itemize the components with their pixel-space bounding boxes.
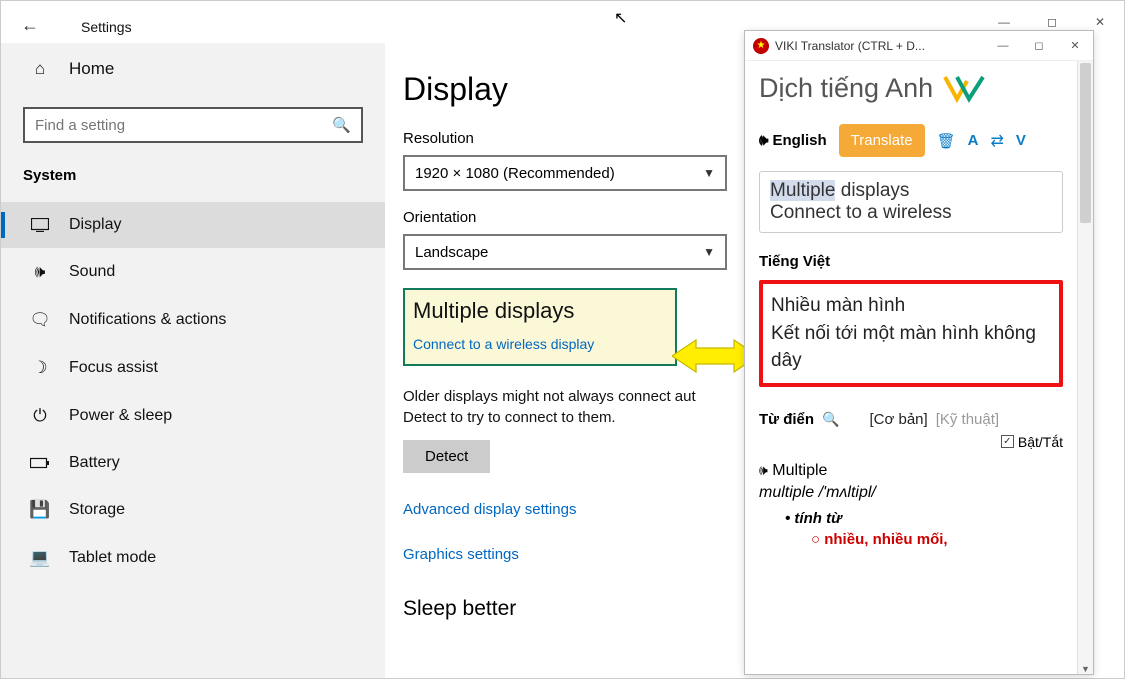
home-icon: ⌂ (29, 59, 51, 79)
sidebar-item-sound[interactable]: 🕪 Sound (1, 248, 385, 296)
language-indicator[interactable]: 🕪 English (759, 132, 827, 149)
sidebar-item-label: Battery (69, 454, 120, 472)
battery-icon (29, 457, 51, 469)
search-box[interactable]: 🔍 (23, 107, 363, 143)
sidebar-item-label: Sound (69, 263, 115, 281)
letter-v-icon: V (1016, 132, 1026, 149)
letter-a-icon: A (968, 132, 979, 149)
window-title: Settings (81, 19, 132, 35)
scroll-thumb[interactable] (1080, 63, 1091, 223)
viki-scrollbar[interactable]: ▲ ▼ (1077, 61, 1093, 674)
section-heading: System (1, 161, 385, 202)
sidebar-item-label: Focus assist (69, 359, 158, 377)
sidebar: ⌂ Home 🔍 System Display 🕪 Sound 🗨 Notifi… (1, 43, 385, 678)
scroll-down-icon[interactable]: ▼ (1078, 664, 1093, 674)
detect-help-text: Older displays might not always connect … (403, 386, 743, 428)
viki-close-button[interactable]: ✕ (1057, 39, 1093, 52)
target-text-box: Nhiều màn hình Kết nối tới một màn hình … (759, 280, 1063, 387)
sidebar-item-display[interactable]: Display (1, 202, 385, 248)
source-line2: Connect to a wireless (770, 202, 952, 223)
sidebar-item-tablet-mode[interactable]: 💻 Tablet mode (1, 534, 385, 582)
dictionary-label: Từ điển (759, 411, 814, 428)
viki-content: Dịch tiếng Anh 🕪 English Translate 🗑 A ⇄… (745, 61, 1077, 674)
toggle-label: Bật/Tắt (1018, 434, 1063, 450)
orientation-select[interactable]: Landscape ▼ (403, 234, 727, 270)
sidebar-item-power-sleep[interactable]: ⏻ Power & sleep (1, 392, 385, 440)
sidebar-item-notifications[interactable]: 🗨 Notifications & actions (1, 296, 385, 344)
checkbox-icon[interactable]: ✓ (1001, 435, 1014, 448)
source-text-box[interactable]: Multiple displays Connect to a wireless (759, 171, 1063, 233)
dict-entry-def: nhiều, nhiều mối, (811, 531, 1063, 548)
home-label: Home (69, 59, 114, 79)
sidebar-item-label: Notifications & actions (69, 311, 226, 329)
sidebar-item-label: Power & sleep (69, 407, 172, 425)
viki-titlebar: ★ VIKI Translator (CTRL + D... — ◻ ✕ (745, 31, 1093, 61)
search-input[interactable] (35, 117, 332, 134)
sidebar-item-battery[interactable]: Battery (1, 440, 385, 486)
target-line2: Kết nối tới một màn hình không dây (771, 320, 1051, 375)
speaker-icon[interactable]: 🕪 (759, 462, 768, 478)
chevron-down-icon: ▼ (703, 166, 715, 180)
speaker-icon: 🕪 (759, 132, 768, 149)
viki-minimize-button[interactable]: — (985, 40, 1021, 52)
sound-icon: 🕪 (29, 262, 51, 282)
sidebar-item-label: Display (69, 216, 121, 234)
viki-window: ★ VIKI Translator (CTRL + D... — ◻ ✕ Dịc… (744, 30, 1094, 675)
magnifier-icon[interactable]: 🔍 (822, 411, 839, 428)
viki-app-icon: ★ (753, 38, 769, 54)
viki-logo-icon (943, 75, 985, 103)
dict-tab-tech[interactable]: Kỹ thuật (936, 411, 999, 428)
dict-toggle-row[interactable]: ✓ Bật/Tắt (759, 434, 1063, 450)
source-rest: displays (835, 180, 909, 201)
sidebar-item-storage[interactable]: 💾 Storage (1, 486, 385, 534)
tablet-icon: 💻 (29, 548, 51, 568)
dict-entry-word: Multiple (772, 462, 827, 479)
connect-wireless-link[interactable]: Connect to a wireless display (413, 336, 667, 352)
sidebar-item-label: Storage (69, 501, 125, 519)
notifications-icon: 🗨 (29, 310, 51, 330)
dict-entry-pos: tính từ (785, 510, 1063, 527)
focus-assist-icon: ☽ (29, 358, 51, 378)
multiple-displays-highlight: Multiple displays Connect to a wireless … (403, 288, 677, 366)
multiple-displays-heading: Multiple displays (413, 298, 667, 324)
resolution-value: 1920 × 1080 (Recommended) (415, 165, 615, 182)
chevron-down-icon: ▼ (703, 245, 715, 259)
dict-entry-ipa: multiple /'mʌltipl/ (759, 484, 1063, 502)
viki-maximize-button[interactable]: ◻ (1021, 39, 1057, 52)
sidebar-item-label: Tablet mode (69, 549, 156, 567)
storage-icon: 💾 (29, 500, 51, 520)
viki-toolbar: 🕪 English Translate 🗑 A ⇄ V (759, 124, 1063, 157)
viki-window-title: VIKI Translator (CTRL + D... (775, 39, 985, 53)
dict-tab-basic[interactable]: Cơ bản (869, 411, 927, 428)
swap-icon[interactable]: ⇄ (991, 131, 1004, 151)
viki-brand-title: Dịch tiếng Anh (759, 73, 933, 104)
home-nav[interactable]: ⌂ Home (1, 49, 385, 89)
language-label: English (772, 132, 826, 149)
back-button[interactable]: ← (21, 15, 39, 36)
translate-button[interactable]: Translate (839, 124, 925, 157)
trash-icon[interactable]: 🗑 (937, 132, 956, 150)
source-word-highlighted: Multiple (770, 180, 835, 201)
resolution-select[interactable]: 1920 × 1080 (Recommended) ▼ (403, 155, 727, 191)
display-icon (29, 218, 51, 232)
detect-button[interactable]: Detect (403, 440, 490, 473)
dictionary-row: Từ điển 🔍 Cơ bản Kỹ thuật (759, 411, 1063, 428)
power-icon: ⏻ (29, 406, 51, 426)
target-lang-label: Tiếng Việt (759, 253, 1063, 270)
sidebar-item-focus-assist[interactable]: ☽ Focus assist (1, 344, 385, 392)
dict-entry-head: 🕪 Multiple (759, 462, 1063, 480)
orientation-value: Landscape (415, 244, 488, 261)
target-line1: Nhiều màn hình (771, 292, 1051, 320)
search-icon: 🔍 (332, 116, 351, 134)
